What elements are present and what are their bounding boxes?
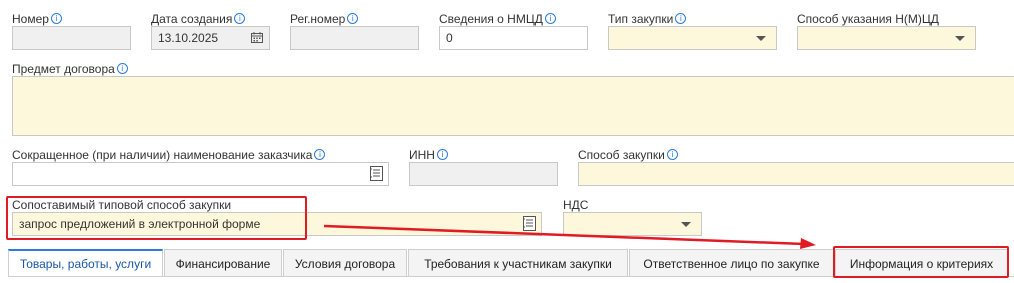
nmcd-method-label: Способ указания Н(М)ЦД — [797, 12, 939, 26]
chevron-down-icon[interactable] — [955, 36, 965, 41]
purchase-method-field[interactable] — [578, 162, 1014, 186]
subject-label: Предмет договора i — [12, 62, 128, 76]
purchase-method-label: Способ закупки i — [578, 148, 678, 162]
subject-textarea[interactable] — [12, 76, 1014, 136]
number-label: Номер i — [12, 12, 62, 26]
purchase-type-select[interactable] — [608, 26, 777, 50]
annotation-arrow — [323, 224, 816, 249]
purchase-type-label: Тип закупки i — [608, 12, 687, 26]
info-icon[interactable]: i — [675, 13, 687, 24]
tab-contract-terms[interactable]: Условия договора — [283, 249, 407, 277]
customer-name-label: Сокращенное (при наличии) наименование з… — [12, 148, 326, 162]
number-field[interactable] — [12, 26, 131, 50]
tab-goods-works-services[interactable]: Товары, работы, услуги — [8, 249, 163, 277]
info-icon[interactable]: i — [544, 13, 556, 24]
tab-participant-requirements[interactable]: Требования к участникам закупки — [408, 249, 628, 277]
created-date-value: 13.10.2025 — [158, 31, 219, 45]
nmcd-info-label: Сведения о НМЦД i — [439, 12, 556, 26]
info-icon[interactable]: i — [436, 149, 448, 160]
created-date-field[interactable]: 13.10.2025 — [151, 26, 270, 50]
reg-number-field[interactable] — [290, 26, 419, 50]
dictionary-icon[interactable] — [370, 166, 383, 181]
info-icon[interactable]: i — [666, 149, 678, 160]
calendar-icon[interactable] — [251, 32, 263, 43]
highlight-typical-method — [6, 196, 307, 240]
customer-name-field[interactable] — [12, 162, 389, 186]
info-icon[interactable]: i — [234, 13, 246, 24]
info-icon[interactable]: i — [116, 63, 128, 74]
chevron-down-icon[interactable] — [756, 36, 766, 41]
inn-label: ИНН i — [409, 148, 448, 162]
info-icon[interactable]: i — [50, 13, 62, 24]
nmcd-method-select[interactable] — [797, 26, 976, 50]
info-icon[interactable]: i — [347, 13, 359, 24]
vat-label: НДС — [563, 198, 589, 212]
nmcd-info-value: 0 — [446, 31, 453, 45]
info-icon[interactable]: i — [314, 149, 326, 160]
tab-financing[interactable]: Финансирование — [164, 249, 282, 277]
reg-number-label: Рег.номер i — [290, 12, 359, 26]
created-date-label: Дата создания i — [151, 12, 246, 26]
tab-responsible-person[interactable]: Ответственное лицо по закупке — [629, 249, 834, 277]
highlight-criteria-tab — [833, 246, 1009, 278]
nmcd-info-field[interactable]: 0 — [439, 26, 588, 50]
inn-field[interactable] — [409, 162, 558, 186]
